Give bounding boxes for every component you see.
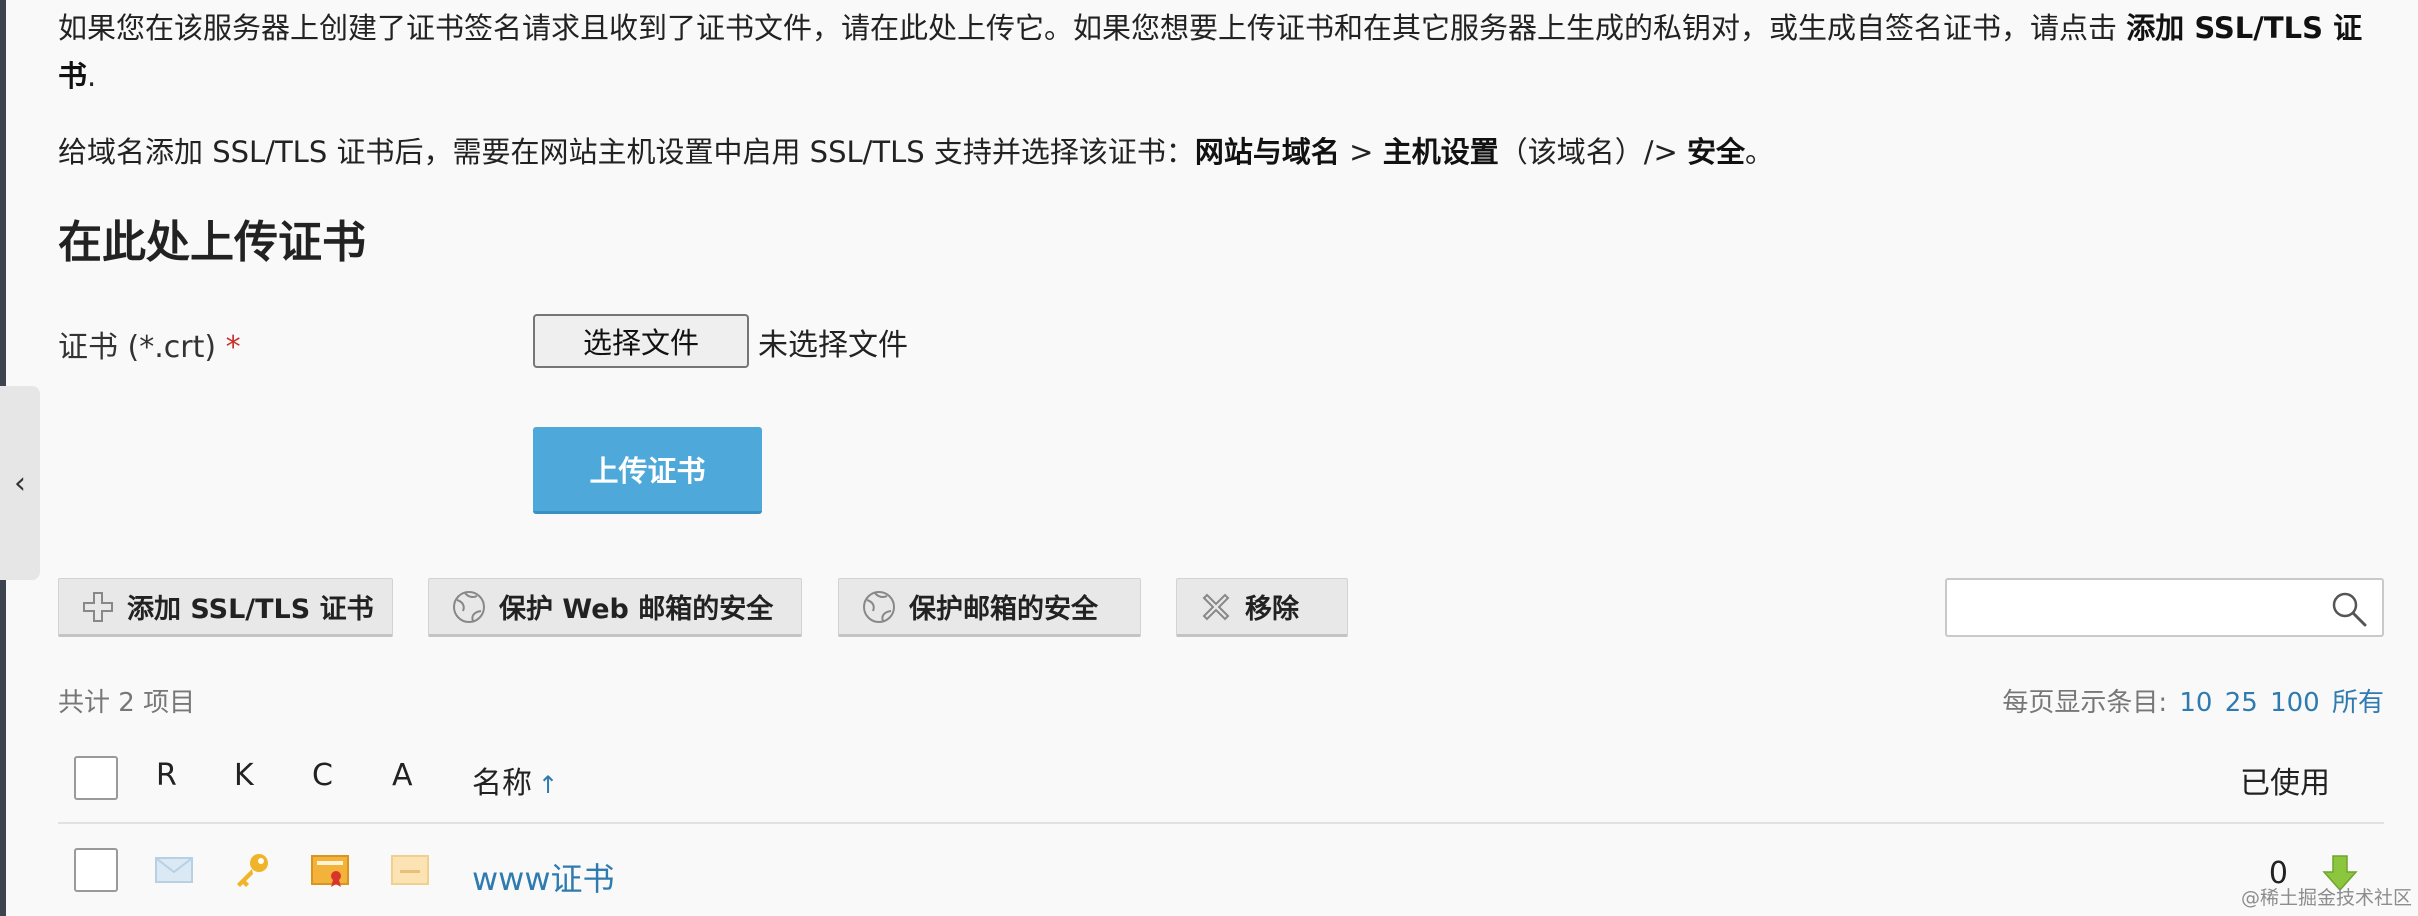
search-box bbox=[1945, 578, 2384, 637]
path-separator: > bbox=[1339, 135, 1383, 169]
column-a[interactable]: A bbox=[392, 758, 413, 793]
certificate-label-text: 证书 (*.crt) bbox=[58, 330, 217, 365]
table-header: R K C A 名称 ↑ 已使用 bbox=[58, 742, 2384, 824]
chevron-left-icon: ‹ bbox=[14, 465, 26, 501]
path-hosting-settings: 主机设置 bbox=[1382, 135, 1499, 169]
required-mark: * bbox=[225, 330, 241, 365]
total-items: 共计 2 项目 bbox=[58, 688, 196, 718]
certificate-name-link[interactable]: www证书 bbox=[472, 854, 615, 900]
key-icon bbox=[237, 854, 268, 887]
intro-period: . bbox=[87, 59, 97, 93]
add-ssl-certificate-label: 添加 SSL/TLS 证书 bbox=[127, 594, 374, 625]
per-page-100[interactable]: 100 bbox=[2270, 688, 2320, 718]
secure-webmail-label: 保护 Web 邮箱的安全 bbox=[499, 594, 774, 625]
path-domain-note: （该域名）/> bbox=[1498, 135, 1687, 169]
secure-webmail-button[interactable]: 保护 Web 邮箱的安全 bbox=[428, 578, 802, 637]
items-per-page: 每页显示条目: 10 25 100 所有 bbox=[2002, 682, 2384, 719]
secure-globe-icon bbox=[453, 590, 485, 623]
secure-mail-label: 保护邮箱的安全 bbox=[909, 594, 1098, 625]
column-r[interactable]: R bbox=[156, 758, 177, 793]
search-input[interactable] bbox=[1947, 580, 2317, 635]
no-file-chosen-text: 未选择文件 bbox=[758, 328, 908, 363]
sidebar-collapse-toggle[interactable]: ‹ bbox=[0, 386, 40, 580]
per-page-label: 每页显示条目: bbox=[2002, 688, 2168, 718]
table-row: www证书 0 bbox=[58, 826, 2384, 916]
certificate-field-label: 证书 (*.crt) * bbox=[58, 322, 241, 366]
sort-ascending-icon: ↑ bbox=[538, 771, 559, 799]
close-icon bbox=[1202, 593, 1230, 620]
mail-icon bbox=[155, 857, 193, 883]
watermark: @稀土掘金技术社区 bbox=[2240, 887, 2412, 909]
column-name[interactable]: 名称 ↑ bbox=[472, 758, 558, 802]
intro-text: 如果您在该服务器上创建了证书签名请求且收到了证书文件，请在此处上传它。如果您想要… bbox=[58, 11, 2127, 45]
remove-button[interactable]: 移除 bbox=[1176, 578, 1348, 637]
column-c[interactable]: C bbox=[312, 758, 333, 793]
search-icon[interactable] bbox=[2330, 590, 2368, 628]
plus-icon bbox=[83, 591, 113, 622]
intro-text-2: 给域名添加 SSL/TLS 证书后，需要在网站主机设置中启用 SSL/TLS 支… bbox=[58, 135, 1195, 169]
column-k[interactable]: K bbox=[234, 758, 254, 793]
remove-label: 移除 bbox=[1245, 594, 1299, 625]
certificate-icon bbox=[311, 855, 349, 887]
per-page-10[interactable]: 10 bbox=[2179, 688, 2212, 718]
upload-section-title: 在此处上传证书 bbox=[58, 217, 366, 268]
path-security: 安全 bbox=[1687, 135, 1746, 169]
upload-certificate-button[interactable]: 上传证书 bbox=[533, 427, 762, 514]
choose-file-button[interactable]: 选择文件 bbox=[533, 314, 749, 368]
secure-mail-button[interactable]: 保护邮箱的安全 bbox=[838, 578, 1141, 637]
ca-certificate-icon bbox=[391, 855, 429, 885]
path-websites-domains: 网站与域名 bbox=[1194, 135, 1340, 169]
add-ssl-certificate-button[interactable]: 添加 SSL/TLS 证书 bbox=[58, 578, 393, 637]
per-page-all[interactable]: 所有 bbox=[2332, 688, 2384, 718]
per-page-25[interactable]: 25 bbox=[2225, 688, 2258, 718]
intro-end: 。 bbox=[1745, 135, 1775, 169]
intro-paragraph-2: 给域名添加 SSL/TLS 证书后，需要在网站主机设置中启用 SSL/TLS 支… bbox=[58, 128, 2388, 176]
column-used[interactable]: 已使用 bbox=[2240, 758, 2330, 802]
secure-globe-icon bbox=[863, 590, 895, 623]
column-name-label: 名称 bbox=[472, 766, 532, 801]
select-all-checkbox[interactable] bbox=[74, 756, 118, 800]
row-checkbox[interactable] bbox=[74, 848, 118, 892]
intro-paragraph-1: 如果您在该服务器上创建了证书签名请求且收到了证书文件，请在此处上传它。如果您想要… bbox=[58, 4, 2388, 100]
